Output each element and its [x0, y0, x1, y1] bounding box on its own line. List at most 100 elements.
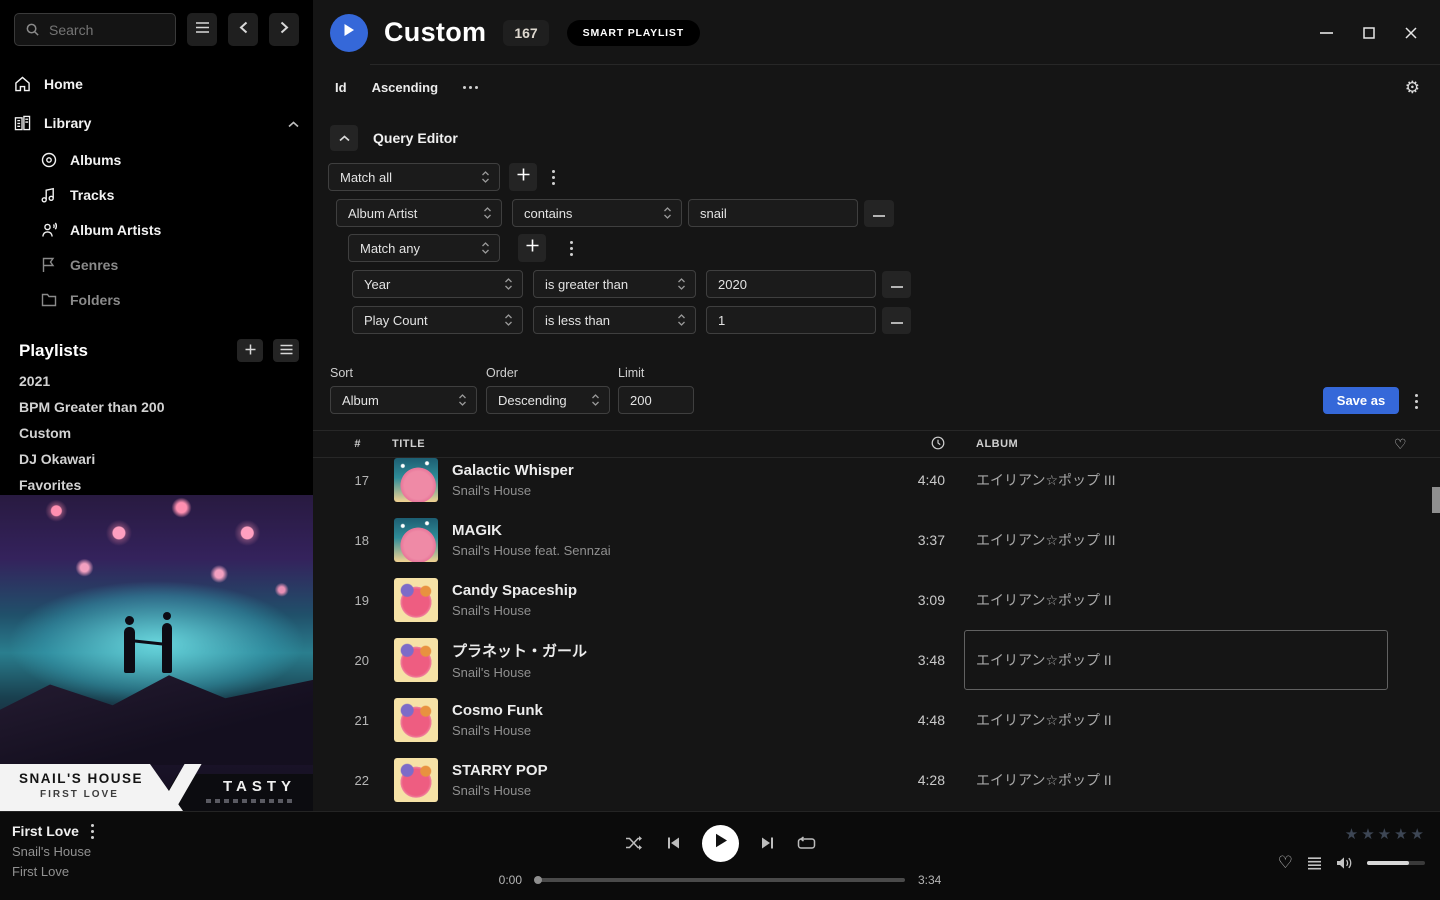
sidebar-item-library[interactable]: Library	[0, 103, 313, 142]
rule-value-input[interactable]	[688, 199, 858, 227]
group-match-select[interactable]: Match any	[348, 234, 500, 262]
rule-field-select[interactable]: Play Count	[352, 306, 523, 334]
play-pause-button[interactable]	[702, 825, 739, 862]
seek-handle[interactable]	[534, 876, 542, 884]
column-header-title[interactable]: TITLE	[369, 438, 875, 450]
table-row[interactable]: 22 STARRY POP Snail's House 4:28 エイリアン☆ポ…	[313, 750, 1440, 810]
column-header-index[interactable]: #	[313, 438, 369, 450]
track-album[interactable]: エイリアン☆ポップ III	[964, 458, 1388, 510]
track-title[interactable]: プラネット・ガール	[452, 640, 587, 661]
sidebar-item-folders[interactable]: Folders	[0, 282, 313, 317]
star-icon[interactable]: ★	[1378, 825, 1392, 843]
star-icon[interactable]: ★	[1394, 825, 1408, 843]
more-options-icon[interactable]	[463, 86, 478, 89]
sort-field-button[interactable]: Id	[335, 80, 347, 95]
chevron-up-icon[interactable]	[288, 115, 299, 131]
shuffle-button[interactable]	[625, 835, 644, 851]
track-title[interactable]: Candy Spaceship	[452, 582, 577, 599]
sort-select[interactable]: Album	[330, 386, 477, 414]
rule-operator-select[interactable]: contains	[512, 199, 682, 227]
playlist-item[interactable]: Custom	[0, 420, 313, 446]
rule-field-select[interactable]: Year	[352, 270, 523, 298]
sidebar-item-home[interactable]: Home	[0, 64, 313, 103]
scrollbar-thumb[interactable]	[1432, 487, 1440, 513]
menu-button[interactable]	[187, 13, 217, 46]
table-row[interactable]: 21 Cosmo Funk Snail's House 4:48 エイリアン☆ポ…	[313, 690, 1440, 750]
track-album[interactable]: エイリアン☆ポップ II	[964, 630, 1388, 690]
track-artist[interactable]: Snail's House	[452, 483, 574, 498]
album-art-thumbnail[interactable]	[394, 758, 438, 802]
rule-operator-select[interactable]: is greater than	[533, 270, 696, 298]
track-artist[interactable]: Snail's House	[452, 783, 548, 798]
nav-forward-button[interactable]	[269, 13, 299, 46]
track-artist[interactable]: Snail's House	[452, 723, 543, 738]
root-match-select[interactable]: Match all	[328, 163, 500, 191]
album-art-thumbnail[interactable]	[394, 578, 438, 622]
rating-stars[interactable]: ★★★★★	[1345, 825, 1425, 843]
rule-field-select[interactable]: Album Artist	[336, 199, 502, 227]
rule-value-input[interactable]	[706, 270, 876, 298]
minimize-button[interactable]	[1320, 32, 1333, 34]
rule-menu-icon[interactable]	[546, 170, 561, 185]
now-playing-cover-art[interactable]: SNAIL'S HOUSE FIRST LOVE TASTY	[0, 495, 313, 811]
track-title[interactable]: Cosmo Funk	[452, 702, 543, 719]
column-header-album[interactable]: ALBUM	[964, 438, 1388, 450]
sidebar-item-tracks[interactable]: Tracks	[0, 177, 313, 212]
save-as-button[interactable]: Save as	[1323, 387, 1399, 414]
sidebar-item-album-artists[interactable]: Album Artists	[0, 212, 313, 247]
create-playlist-button[interactable]	[237, 339, 263, 362]
group-menu-icon[interactable]	[564, 241, 579, 256]
table-row[interactable]: 19 Candy Spaceship Snail's House 3:09 エイ…	[313, 570, 1440, 630]
track-title[interactable]: STARRY POP	[452, 762, 548, 779]
add-group-rule-button[interactable]	[518, 234, 546, 262]
track-artist[interactable]: Snail's House feat. Sennzai	[452, 543, 611, 558]
remove-rule-button[interactable]	[864, 200, 894, 227]
rule-value-input[interactable]	[706, 306, 876, 334]
track-album[interactable]: エイリアン☆ポップ II	[964, 570, 1388, 630]
star-icon[interactable]: ★	[1345, 825, 1359, 843]
repeat-button[interactable]	[797, 836, 816, 851]
nav-back-button[interactable]	[228, 13, 258, 46]
now-playing-artist[interactable]: Snail's House	[12, 844, 94, 859]
now-playing-album[interactable]: First Love	[12, 864, 94, 879]
table-row[interactable]: 20 プラネット・ガール Snail's House 3:48 エイリアン☆ポッ…	[313, 630, 1440, 690]
album-art-thumbnail[interactable]	[394, 518, 438, 562]
table-row[interactable]: 18 MAGIK Snail's House feat. Sennzai 3:3…	[313, 510, 1440, 570]
track-title[interactable]: Galactic Whisper	[452, 462, 574, 479]
favorite-heart-icon[interactable]: ♡	[1278, 853, 1293, 873]
previous-button[interactable]	[666, 836, 680, 850]
playlist-item[interactable]: 2021	[0, 368, 313, 394]
sort-direction-button[interactable]: Ascending	[372, 80, 438, 95]
table-row[interactable]: 17 Galactic Whisper Snail's House 4:40 エ…	[313, 458, 1440, 510]
gear-icon[interactable]: ⚙	[1405, 79, 1420, 96]
save-menu-icon[interactable]	[1409, 394, 1424, 409]
search-field[interactable]	[49, 22, 166, 38]
order-select[interactable]: Descending	[486, 386, 610, 414]
seek-bar[interactable]	[535, 878, 905, 882]
track-album[interactable]: エイリアン☆ポップ II	[964, 690, 1388, 750]
collapse-query-editor-button[interactable]	[330, 125, 358, 151]
volume-slider[interactable]	[1367, 861, 1425, 865]
track-artist[interactable]: Snail's House	[452, 665, 587, 680]
limit-input[interactable]	[618, 386, 694, 414]
track-album[interactable]: エイリアン☆ポップ III	[964, 510, 1388, 570]
play-playlist-button[interactable]	[330, 14, 368, 52]
album-art-thumbnail[interactable]	[394, 698, 438, 742]
queue-icon[interactable]	[1307, 857, 1322, 870]
playlist-list-button[interactable]	[273, 339, 299, 362]
track-title[interactable]: MAGIK	[452, 522, 611, 539]
now-playing-title[interactable]: First Love	[12, 823, 79, 839]
favorite-column-header[interactable]: ♡	[1388, 436, 1440, 453]
add-rule-button[interactable]	[509, 163, 537, 191]
album-art-thumbnail[interactable]	[394, 638, 438, 682]
track-album[interactable]: エイリアン☆ポップ II	[964, 750, 1388, 810]
playlist-item[interactable]: BPM Greater than 200	[0, 394, 313, 420]
sidebar-item-albums[interactable]: Albums	[0, 142, 313, 177]
volume-icon[interactable]	[1336, 856, 1353, 870]
duration-column-header[interactable]	[875, 436, 945, 453]
star-icon[interactable]: ★	[1411, 825, 1425, 843]
maximize-button[interactable]	[1363, 27, 1375, 39]
track-artist[interactable]: Snail's House	[452, 603, 577, 618]
next-button[interactable]	[761, 836, 775, 850]
playlist-item[interactable]: DJ Okawari	[0, 446, 313, 472]
